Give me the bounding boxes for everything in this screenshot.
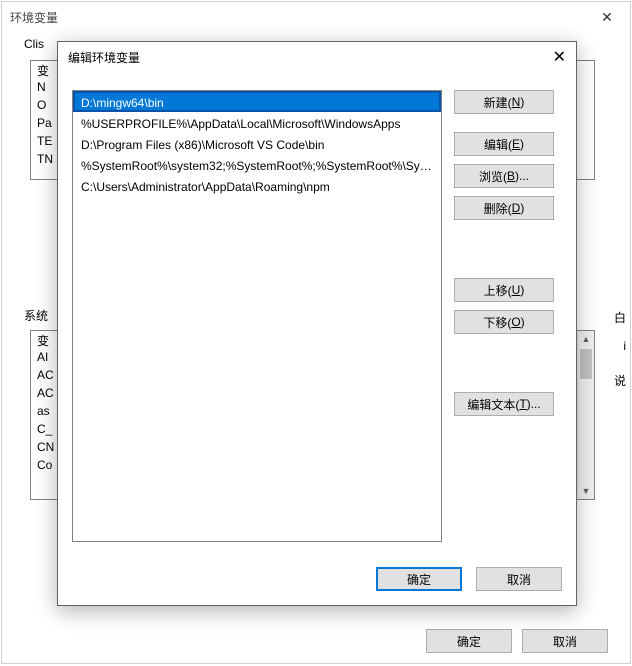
inner-ok-button[interactable]: 确定 [376,567,462,591]
clipped-text: 白 [614,309,626,326]
scroll-down-icon[interactable]: ▼ [578,483,594,499]
inner-titlebar: 编辑环境变量 ✕ [58,42,576,72]
scrollbar[interactable]: ▲ ▼ [577,331,594,499]
delete-button[interactable]: 删除(D) [454,196,554,220]
path-row[interactable]: %USERPROFILE%\AppData\Local\Microsoft\Wi… [73,112,441,133]
edit-env-dialog: 编辑环境变量 ✕ D:\mingw64\bin %USERPROFILE%\Ap… [57,41,577,606]
outer-ok-button[interactable]: 确定 [426,629,512,653]
clipped-text: i [623,339,626,353]
path-row[interactable]: %SystemRoot%\system32;%SystemRoot%;%Syst… [73,154,441,175]
move-down-button[interactable]: 下移(O) [454,310,554,334]
path-row[interactable]: D:\mingw64\bin [73,91,441,112]
outer-cancel-button[interactable]: 取消 [522,629,608,653]
edit-text-button[interactable]: 编辑文本(T)... [454,392,554,416]
scroll-thumb[interactable] [580,349,592,379]
side-buttons: 新建(N) 编辑(E) 浏览(B)... 删除(D) 上移(U) 下移(O) 编… [454,90,554,424]
inner-cancel-button[interactable]: 取消 [476,567,562,591]
inner-title: 编辑环境变量 [68,49,140,66]
inner-footer: 确定 取消 [376,567,562,591]
path-list[interactable]: D:\mingw64\bin %USERPROFILE%\AppData\Loc… [72,90,442,542]
close-icon[interactable]: ✕ [536,47,566,67]
outer-footer-buttons: 确定 取消 [426,629,608,653]
outer-title: 环境变量 [10,9,58,26]
clipped-text: 说 [614,372,626,389]
inner-body: D:\mingw64\bin %USERPROFILE%\AppData\Loc… [72,90,562,591]
new-button[interactable]: 新建(N) [454,90,554,114]
path-row[interactable]: C:\Users\Administrator\AppData\Roaming\n… [73,175,441,196]
browse-button[interactable]: 浏览(B)... [454,164,554,188]
system-vars-label: 系统 [22,307,50,324]
user-vars-label: Clis [22,37,46,51]
outer-titlebar: 环境变量 ✕ [2,2,630,32]
path-row[interactable]: D:\Program Files (x86)\Microsoft VS Code… [73,133,441,154]
close-icon[interactable]: ✕ [592,9,622,26]
edit-button[interactable]: 编辑(E) [454,132,554,156]
scroll-up-icon[interactable]: ▲ [578,331,594,347]
move-up-button[interactable]: 上移(U) [454,278,554,302]
